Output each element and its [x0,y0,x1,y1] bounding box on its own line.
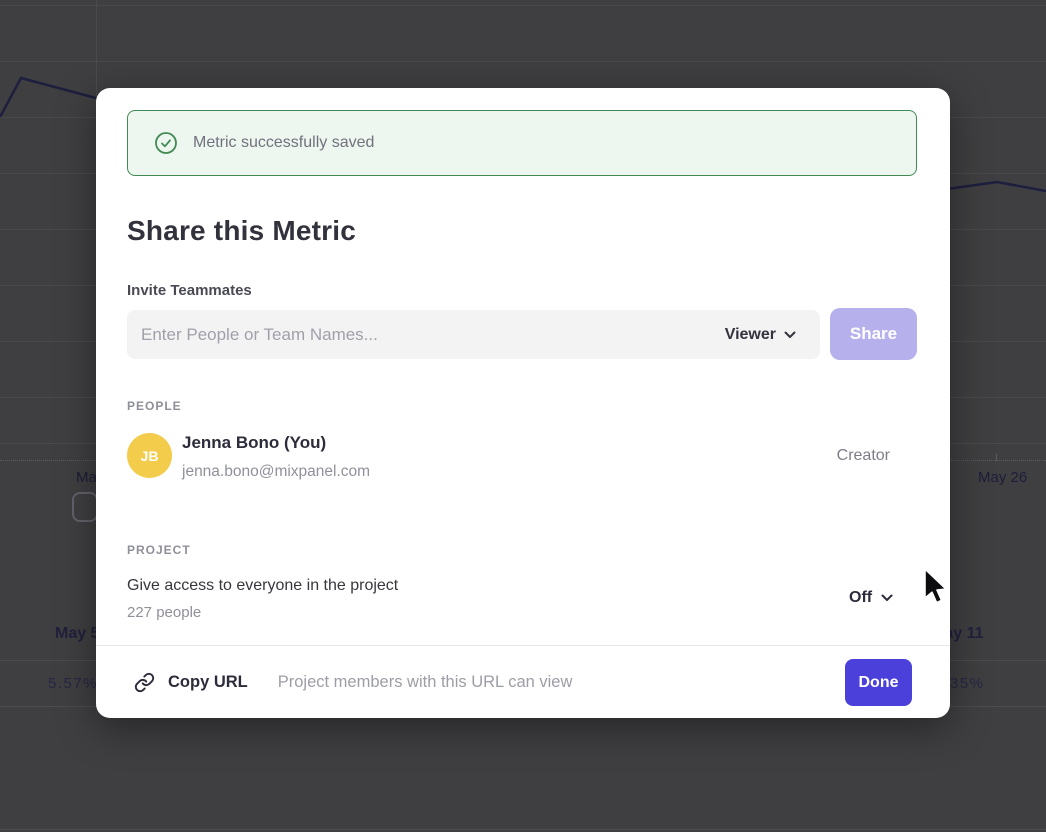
avatar-initials: JB [141,448,159,464]
table-value-left: 5.57% [48,675,98,692]
mouse-cursor [923,568,948,611]
table-divider [0,829,1046,830]
check-circle-icon [154,131,178,155]
table-header-left: May 5 [55,625,99,643]
toast-message: Metric successfully saved [193,134,374,152]
share-metric-modal: Metric successfully saved Share this Met… [96,88,950,718]
share-button[interactable]: Share [830,308,917,360]
modal-footer: Copy URL Project members with this URL c… [96,645,950,718]
project-access-dropdown[interactable]: Off [849,589,893,607]
avatar: JB [127,433,172,478]
link-icon [134,672,155,693]
done-button[interactable]: Done [845,659,912,706]
x-axis-label-right: May 26 [978,469,1027,486]
project-access-dropdown-value: Off [849,589,872,607]
role-dropdown[interactable]: Viewer [725,326,820,344]
invite-input[interactable] [127,310,725,359]
person-role-badge: Creator [837,447,890,465]
success-toast: Metric successfully saved [127,110,917,176]
chevron-down-icon [784,331,796,339]
modal-title: Share this Metric [127,215,356,247]
person-email: jenna.bono@mixpanel.com [182,463,370,481]
person-name: Jenna Bono (You) [182,433,326,453]
table-value-right: 35% [950,675,985,692]
x-axis-label-left: Ma [76,469,97,486]
copy-url-button[interactable]: Copy URL [134,672,248,693]
role-dropdown-value: Viewer [725,326,776,344]
clipped-chip [72,492,98,522]
invite-input-container: Viewer [127,310,820,359]
project-section-label: PROJECT [127,543,191,557]
copy-url-label: Copy URL [168,673,248,692]
invite-teammates-label: Invite Teammates [127,282,252,299]
project-people-count: 227 people [127,604,201,621]
copy-url-hint: Project members with this URL can view [278,673,573,692]
project-access-title: Give access to everyone in the project [127,577,398,595]
people-section-label: PEOPLE [127,399,182,413]
axis-tick [996,454,997,461]
chevron-down-icon [881,594,893,602]
